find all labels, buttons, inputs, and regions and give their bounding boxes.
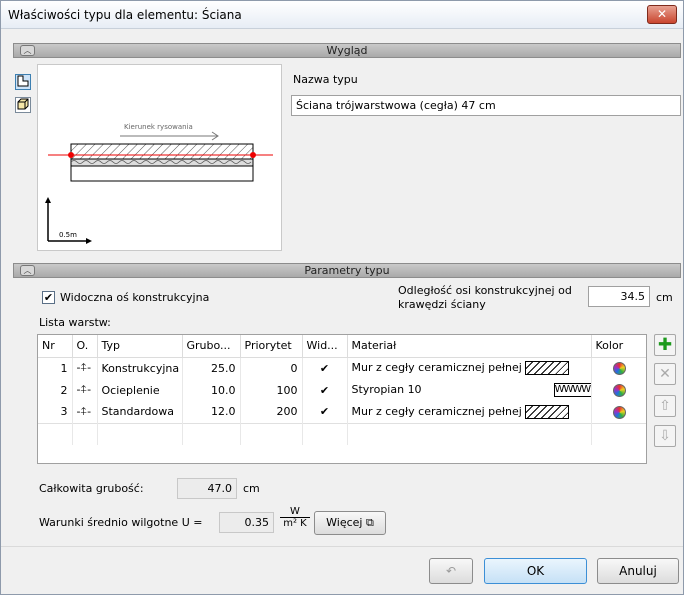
row-visible-checkbox[interactable]: ✔ [302,401,348,423]
insulation-pattern-icon: WWWW [553,383,590,397]
col-visible[interactable]: Wid... [302,335,348,358]
row-color[interactable] [591,357,646,379]
row-nr: 1 [38,357,73,379]
col-color[interactable]: Kolor [591,335,646,358]
hatch-pattern-icon [525,361,570,376]
u-unit: W m² K [280,506,310,529]
row-priority[interactable]: 200 [240,401,303,423]
table-row[interactable]: 2 -⍏- Ocieplenie 10.0 100 ✔ Styropian 10… [38,379,646,401]
title-bar: Właściwości typu dla elementu: Ściana ✕ [1,1,683,29]
row-color[interactable] [591,401,646,423]
row-material-text: Mur z cegły ceramicznej pełnej [351,361,522,375]
undo-icon[interactable]: ↶ [429,558,473,584]
row-material[interactable]: Mur z cegły ceramicznej pełnej [347,401,592,423]
section-appearance-title: Wygląd [326,44,368,57]
axis-offset-label-1: Odległość osi konstrukcyjnej od [398,284,572,297]
u-value: 0.35 [219,512,274,533]
row-type[interactable]: Konstrukcyjna [97,357,183,379]
col-material[interactable]: Materiał [347,335,592,358]
axis-offset-input[interactable]: 34.5 [588,286,650,307]
ok-button[interactable]: OK [484,558,587,584]
row-thickness[interactable]: 25.0 [182,357,241,379]
view-3d-icon[interactable] [15,97,31,113]
section-appearance-header[interactable]: ︿ Wygląd [13,43,681,58]
total-thickness-value: 47.0 [177,478,237,499]
u-unit-numerator: W [280,506,310,518]
section-parameters-title: Parametry typu [304,264,390,277]
total-thickness-unit: cm [243,482,260,495]
close-button[interactable]: ✕ [647,5,677,24]
col-priority[interactable]: Priorytet [240,335,303,358]
wall-preview: Kierunek rysowania 0.5m [37,64,282,251]
window-title: Właściwości typu dla elementu: Ściana [8,8,242,22]
row-material-text: Mur z cegły ceramicznej pełnej [351,404,522,418]
color-palette-icon[interactable] [613,383,626,397]
axis-offset-label-2: krawędzi ściany [398,298,486,311]
collapse-icon[interactable]: ︿ [20,265,35,276]
type-name-label: Nazwa typu [293,73,358,86]
scale-label: 0.5m [59,231,77,239]
humidity-label: Warunki średnio wilgotne U = [39,516,203,529]
collapse-icon[interactable]: ︿ [20,45,35,56]
axis-offset-unit: cm [656,291,673,304]
wall-preview-drawing: Kierunek rysowania 0.5m [45,123,273,244]
row-type[interactable]: Standardowa [97,401,183,423]
row-visible-checkbox[interactable]: ✔ [302,357,348,379]
delete-layer-icon[interactable]: ✕ [654,363,676,385]
layers-label: Lista warstw: [39,316,111,329]
table-row[interactable]: 1 -⍏- Konstrukcyjna 25.0 0 ✔ Mur z cegły… [38,357,646,379]
row-nr: 2 [38,379,73,401]
axis-marker-icon: -⍏- [72,401,98,423]
total-thickness-label: Całkowita grubość: [39,482,144,495]
row-thickness[interactable]: 12.0 [182,401,241,423]
table-header: Nr O. Typ Grubo... Priorytet Wid... Mate… [38,335,646,358]
cancel-button[interactable]: Anuluj [597,558,679,584]
visible-axis-label: Widoczna oś konstrukcyjna [60,291,210,304]
hatch-pattern-icon [525,404,570,419]
row-thickness[interactable]: 10.0 [182,379,241,401]
layers-table[interactable]: Nr O. Typ Grubo... Priorytet Wid... Mate… [37,334,647,464]
u-unit-denominator: m² K [283,518,307,529]
axis-marker-icon: -⍏- [72,379,98,401]
axis-marker-icon: -⍏- [72,357,98,379]
view-2d-icon[interactable] [15,74,31,90]
row-material-text: Styropian 10 [351,383,422,396]
row-type[interactable]: Ocieplenie [97,379,183,401]
expand-icon: ⧉ [365,516,374,529]
row-priority[interactable]: 100 [240,379,303,401]
dialog-window: Właściwości typu dla elementu: Ściana ✕ … [0,0,684,595]
color-palette-icon[interactable] [613,362,626,375]
add-layer-icon[interactable]: ✚ [654,334,676,356]
visible-axis-checkbox[interactable]: ✔ [42,291,55,304]
table-row[interactable]: 3 -⍏- Standardowa 12.0 200 ✔ Mur z cegły… [38,401,646,423]
row-priority[interactable]: 0 [240,357,303,379]
move-up-icon[interactable]: ⇧ [654,395,676,417]
move-down-icon[interactable]: ⇩ [654,425,676,447]
col-thickness[interactable]: Grubo... [182,335,241,358]
col-nr[interactable]: Nr [38,335,73,358]
color-palette-icon[interactable] [613,405,626,419]
direction-label: Kierunek rysowania [124,123,193,131]
table-row-empty[interactable] [38,422,646,445]
row-material[interactable]: Styropian 10 WWWW [347,379,592,401]
col-type[interactable]: Typ [97,335,183,358]
row-material[interactable]: Mur z cegły ceramicznej pełnej [347,357,592,379]
section-parameters-header[interactable]: ︿ Parametry typu [13,263,681,278]
more-button[interactable]: Więcej ⧉ [314,511,386,535]
row-nr: 3 [38,401,73,423]
row-visible-checkbox[interactable]: ✔ [302,379,348,401]
col-o[interactable]: O. [72,335,98,358]
row-color[interactable] [591,379,646,401]
more-button-label: Więcej [326,516,363,529]
type-name-input[interactable]: Ściana trójwarstwowa (cegła) 47 cm [291,95,681,116]
footer: ↶ OK Anuluj [1,546,683,594]
